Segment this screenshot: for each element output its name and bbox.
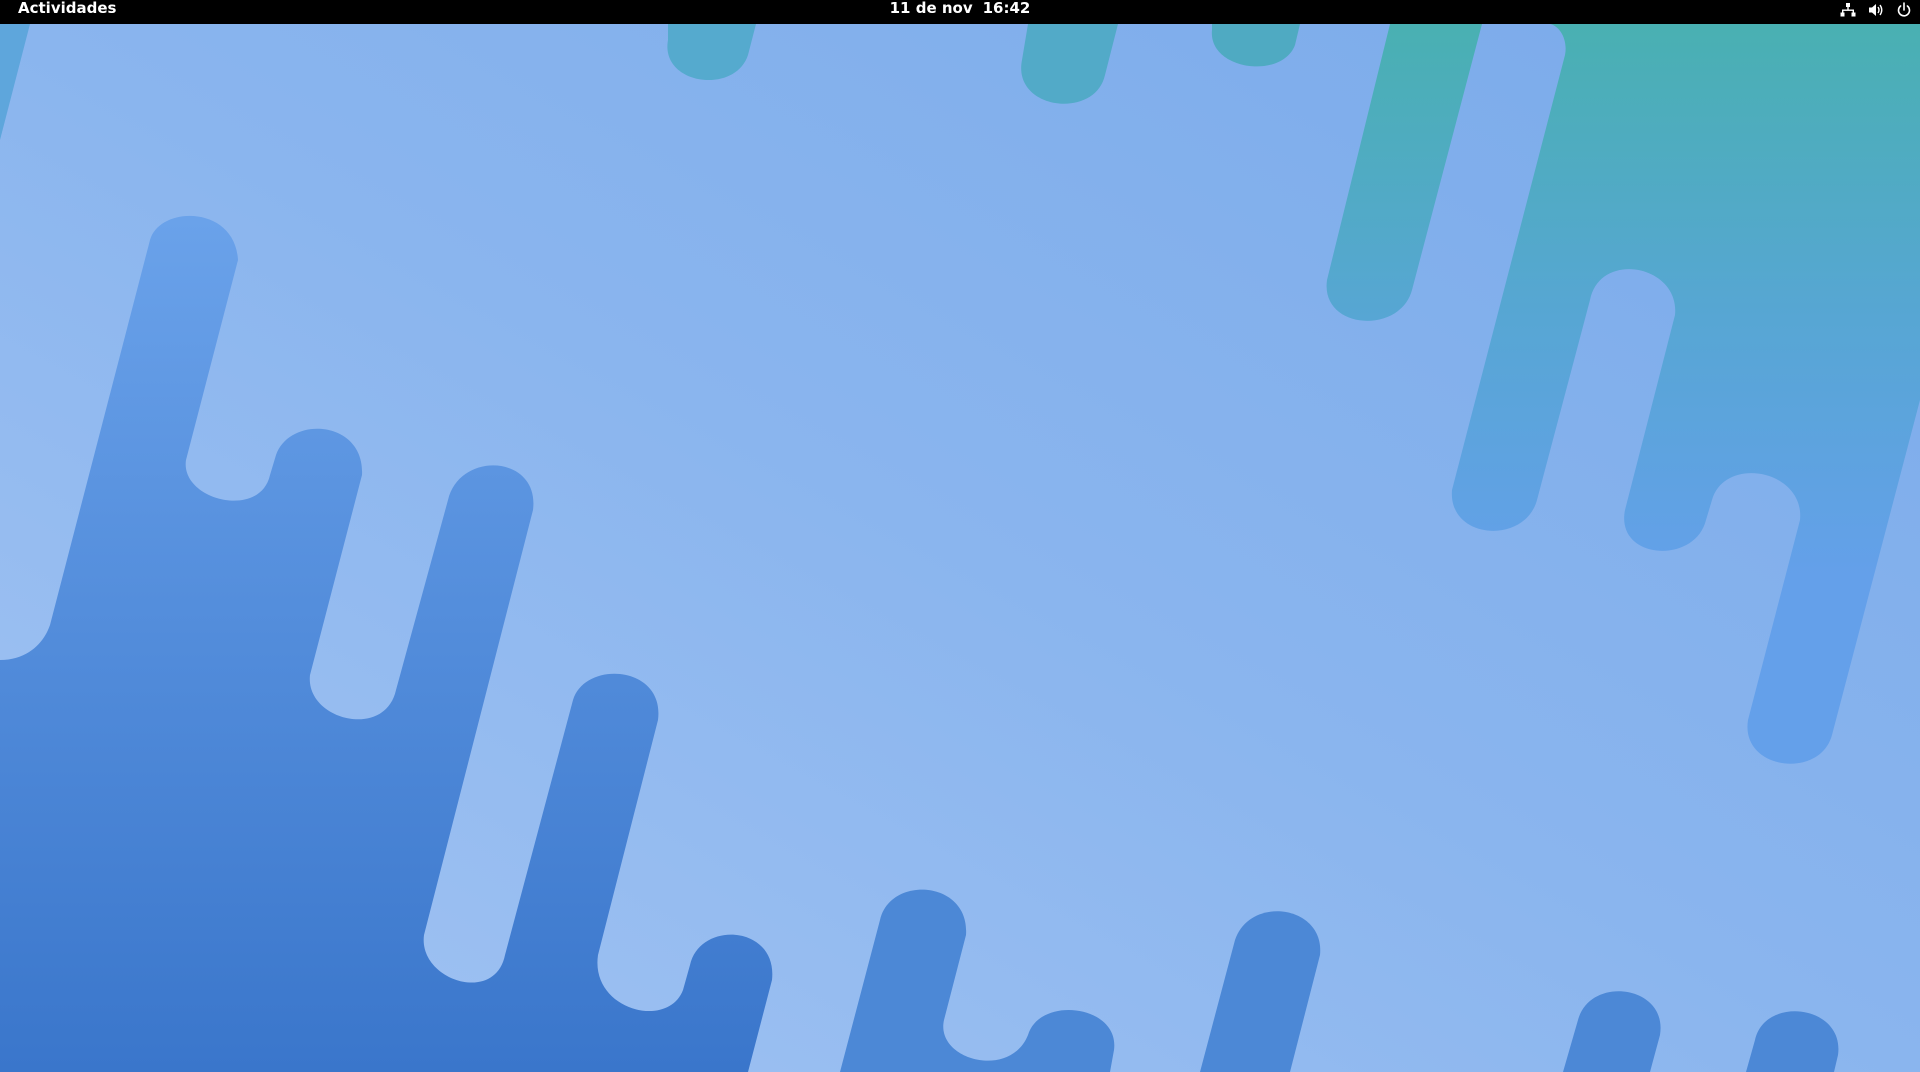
volume-icon	[1866, 2, 1886, 18]
clock-date: 11 de nov	[889, 0, 973, 17]
clock: 11 de nov 16:42	[0, 0, 1920, 24]
activities-button[interactable]: Actividades	[18, 0, 116, 24]
desktop-wallpaper	[0, 24, 1920, 1072]
system-status-menu[interactable]	[1838, 0, 1914, 20]
network-wired-icon	[1838, 2, 1858, 18]
clock-button[interactable]: 11 de nov 16:42	[890, 0, 1031, 17]
power-icon	[1894, 2, 1914, 18]
clock-time: 16:42	[982, 0, 1031, 17]
top-bar: Actividades 11 de nov 16:42	[0, 0, 1920, 24]
